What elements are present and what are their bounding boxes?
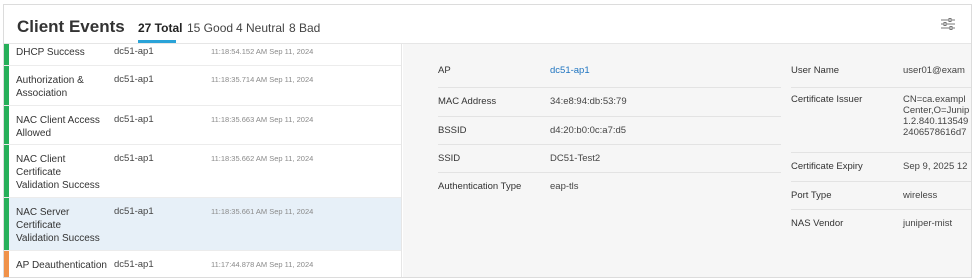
active-tab-indicator [138, 40, 176, 43]
detail-label-port-type: Port Type [791, 190, 832, 201]
event-row-nac-server-certificate-validation[interactable]: NAC Server Certificate Validation Succes… [4, 198, 401, 251]
event-ap: dc51-ap1 [114, 153, 154, 164]
detail-label-ap: AP [438, 65, 451, 76]
event-title: NAC Client Certificate Validation Succes… [16, 154, 100, 191]
event-row-nac-client-certificate-validation[interactable]: NAC Client Certificate Validation Succes… [4, 145, 401, 198]
detail-value-ap-link[interactable]: dc51-ap1 [550, 65, 590, 76]
event-time: 11:18:54.152 AM Sep 11, 2024 [211, 47, 314, 56]
tab-bad[interactable]: 8 Bad [289, 21, 320, 35]
divider [791, 87, 971, 88]
status-bar [4, 251, 9, 277]
event-row-dhcp-success[interactable]: DHCP Success dc51-ap1 11:18:54.152 AM Se… [4, 44, 401, 66]
detail-value-certificate-expiry: Sep 9, 2025 12 [903, 161, 968, 172]
event-list: DHCP Success dc51-ap1 11:18:54.152 AM Se… [4, 44, 402, 277]
sliders-icon[interactable] [941, 18, 955, 30]
detail-value-mac-address: 34:e8:94:db:53:79 [550, 96, 627, 107]
event-title: NAC Server Certificate Validation Succes… [16, 207, 100, 244]
divider [438, 87, 781, 88]
event-time: 11:18:35.661 AM Sep 11, 2024 [211, 207, 314, 216]
panel-header: Client Events 27 Total 15 Good 4 Neutral… [4, 5, 971, 44]
status-bar [4, 106, 9, 144]
event-time: 11:18:35.663 AM Sep 11, 2024 [211, 115, 314, 124]
event-ap: dc51-ap1 [114, 259, 154, 270]
divider [438, 116, 781, 117]
detail-value-user-name: user01@exam [903, 65, 965, 76]
event-time: 11:17:44.878 AM Sep 11, 2024 [211, 260, 314, 269]
event-time: 11:18:35.714 AM Sep 11, 2024 [211, 75, 314, 84]
status-bar [4, 145, 9, 197]
event-title: NAC Client Access Allowed [16, 115, 100, 139]
detail-value-ssid: DC51-Test2 [550, 153, 601, 164]
divider [791, 181, 971, 182]
status-bar [4, 44, 9, 65]
page-title: Client Events [17, 17, 125, 36]
event-row-ap-deauthentication[interactable]: AP Deauthentication dc51-ap1 11:17:44.87… [4, 251, 401, 277]
event-ap: dc51-ap1 [114, 114, 154, 125]
detail-value-bssid: d4:20:b0:0c:a7:d5 [550, 125, 627, 136]
tab-good[interactable]: 15 Good [187, 21, 233, 35]
divider [791, 209, 971, 210]
detail-label-mac-address: MAC Address [438, 96, 497, 107]
status-bar [4, 66, 9, 105]
client-events-panel: Client Events 27 Total 15 Good 4 Neutral… [3, 4, 972, 278]
detail-label-bssid: BSSID [438, 125, 467, 136]
detail-label-user-name: User Name [791, 65, 840, 76]
event-row-authorization-association[interactable]: Authorization & Association dc51-ap1 11:… [4, 66, 401, 106]
event-row-nac-client-access-allowed[interactable]: NAC Client Access Allowed dc51-ap1 11:18… [4, 106, 401, 145]
event-ap: dc51-ap1 [114, 74, 154, 85]
detail-value-certificate-issuer: CN=ca.exampl Center,O=Junip 1.2.840.1135… [903, 94, 970, 138]
detail-label-ssid: SSID [438, 153, 461, 164]
divider [791, 152, 971, 153]
tab-neutral[interactable]: 4 Neutral [236, 21, 285, 35]
event-time: 11:18:35.662 AM Sep 11, 2024 [211, 154, 314, 163]
detail-label-certificate-expiry: Certificate Expiry [791, 161, 863, 172]
detail-label-authentication-type: Authentication Type [438, 181, 522, 192]
tab-total[interactable]: 27 Total [138, 21, 182, 35]
event-detail-pane: AP dc51-ap1 MAC Address 34:e8:94:db:53:7… [403, 44, 971, 277]
detail-value-port-type: wireless [903, 190, 938, 201]
status-bar [4, 198, 9, 250]
event-ap: dc51-ap1 [114, 206, 154, 217]
event-ap: dc51-ap1 [114, 46, 154, 57]
event-title: Authorization & Association [16, 75, 84, 99]
detail-label-nas-vendor: NAS Vendor [791, 218, 844, 229]
detail-value-authentication-type: eap-tls [550, 181, 579, 192]
divider [438, 172, 781, 173]
divider [438, 144, 781, 145]
detail-label-certificate-issuer: Certificate Issuer [791, 94, 863, 105]
detail-value-nas-vendor: juniper-mist [903, 218, 953, 229]
